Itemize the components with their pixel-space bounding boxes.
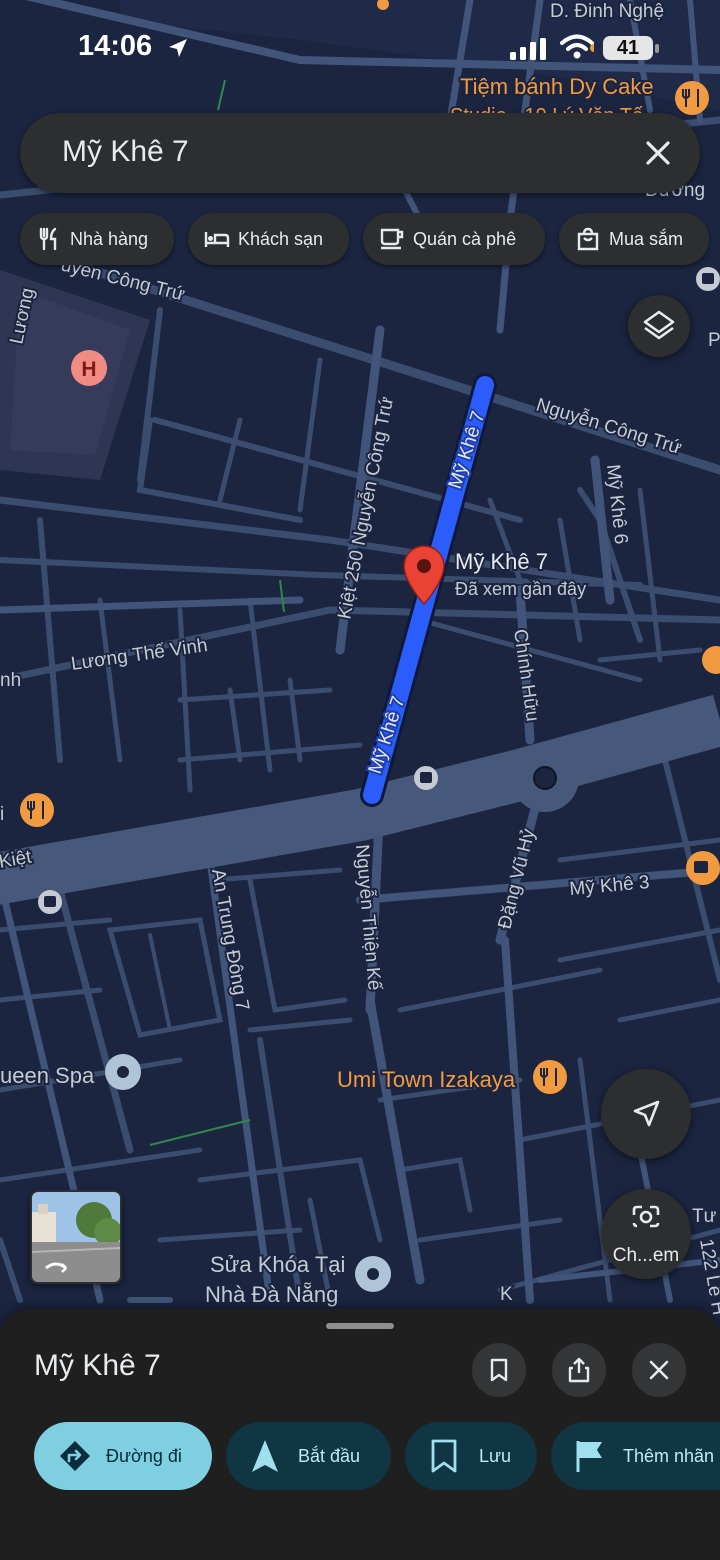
place-poi-icon[interactable]	[355, 1256, 391, 1292]
poi-label-key-shop[interactable]: Sửa Khóa Tại	[208, 1250, 347, 1279]
save-action-button[interactable]: Lưu	[405, 1422, 537, 1490]
svg-text:H: H	[81, 358, 96, 381]
share-icon	[568, 1357, 590, 1383]
chip-hotels[interactable]: Khách sạn	[188, 213, 349, 265]
navigation-arrow-icon	[633, 1100, 660, 1127]
restaurant-icon	[39, 227, 57, 251]
chip-restaurants[interactable]: Nhà hàng	[20, 213, 174, 265]
street-view-image	[32, 1192, 120, 1282]
start-label: Bắt đầu	[298, 1445, 361, 1466]
sheet-drag-handle[interactable]	[326, 1323, 394, 1329]
place-poi-icon[interactable]	[105, 1054, 141, 1090]
save-button[interactable]	[472, 1343, 526, 1397]
bookmark-icon	[490, 1358, 508, 1382]
street-label-k: K	[500, 1284, 513, 1305]
street-label-i: i	[0, 804, 4, 825]
battery-icon: 41	[603, 36, 653, 60]
directions-icon	[60, 1441, 90, 1471]
flag-icon	[576, 1441, 602, 1472]
shopping-bag-icon	[577, 227, 599, 251]
status-bar: 14:06 41	[0, 0, 720, 100]
lens-button[interactable]: Ch...em	[601, 1189, 691, 1279]
navigation-icon	[252, 1440, 278, 1472]
bus-stop-icon[interactable]	[38, 890, 62, 914]
place-sheet[interactable]: Mỹ Khê 7 Đường đi Bắt đầu Lưu Thêm nhãn	[0, 1309, 720, 1560]
search-bar[interactable]: Mỹ Khê 7	[20, 113, 700, 193]
coffee-poi-icon[interactable]	[686, 851, 720, 885]
street-view-thumbnail[interactable]	[30, 1190, 122, 1284]
poi-label-queen-spa[interactable]: ueen Spa	[0, 1061, 97, 1090]
cellular-signal-icon	[510, 38, 546, 60]
location-arrow-icon	[169, 39, 187, 57]
wifi-icon	[560, 34, 594, 59]
directions-button[interactable]: Đường đi	[34, 1422, 212, 1490]
lens-camera-icon	[632, 1205, 660, 1228]
layers-icon	[643, 310, 675, 340]
category-chips: Nhà hàng Khách sạn Quán cà phê Mua sắm	[20, 213, 720, 267]
chip-label: Khách sạn	[238, 228, 324, 249]
hospital-icon[interactable]: H	[71, 350, 107, 386]
lens-label: Ch...em	[612, 1245, 680, 1266]
share-button[interactable]	[552, 1343, 606, 1397]
restaurant-poi-icon[interactable]	[533, 1060, 567, 1094]
status-time: 14:06	[78, 30, 153, 62]
save-label: Lưu	[479, 1445, 512, 1466]
hotel-icon	[204, 232, 230, 247]
street-label-nh: nh	[0, 670, 21, 691]
selected-place-subtitle: Đã xem gần đây	[455, 579, 586, 599]
coffee-icon	[380, 228, 404, 250]
bus-stop-icon[interactable]	[414, 766, 438, 790]
chip-label: Mua sắm	[609, 228, 684, 249]
bookmark-icon	[431, 1439, 457, 1473]
layers-button[interactable]	[628, 295, 690, 357]
poi-label-umi[interactable]: Umi Town Izakaya	[335, 1065, 518, 1094]
selected-place-name[interactable]: Mỹ Khê 7	[453, 547, 550, 576]
chip-label: Nhà hàng	[70, 228, 149, 249]
close-icon	[649, 1360, 669, 1380]
bus-stop-icon[interactable]	[696, 267, 720, 291]
chip-label: Quán cà phê	[413, 228, 517, 249]
battery-cap	[655, 44, 659, 53]
my-location-button[interactable]	[601, 1069, 691, 1159]
place-title: Mỹ Khê 7	[34, 1349, 161, 1382]
close-sheet-button[interactable]	[632, 1343, 686, 1397]
street-label-p: P	[708, 330, 720, 351]
directions-label: Đường đi	[106, 1445, 182, 1466]
action-buttons: Đường đi Bắt đầu Lưu Thêm nhãn	[0, 1422, 720, 1490]
start-button[interactable]: Bắt đầu	[226, 1422, 391, 1490]
restaurant-poi-icon[interactable]	[20, 793, 54, 827]
add-label-label: Thêm nhãn	[623, 1445, 715, 1466]
street-label-tu: Tư	[692, 1206, 717, 1227]
close-icon[interactable]	[640, 135, 676, 171]
add-label-button[interactable]: Thêm nhãn	[551, 1422, 720, 1490]
chip-cafes[interactable]: Quán cà phê	[363, 213, 545, 265]
search-query[interactable]: Mỹ Khê 7	[62, 135, 189, 169]
poi-label-key-shop-line2: Nhà Đà Nẵng	[205, 1282, 338, 1307]
chip-shopping[interactable]: Mua sắm	[559, 213, 709, 265]
